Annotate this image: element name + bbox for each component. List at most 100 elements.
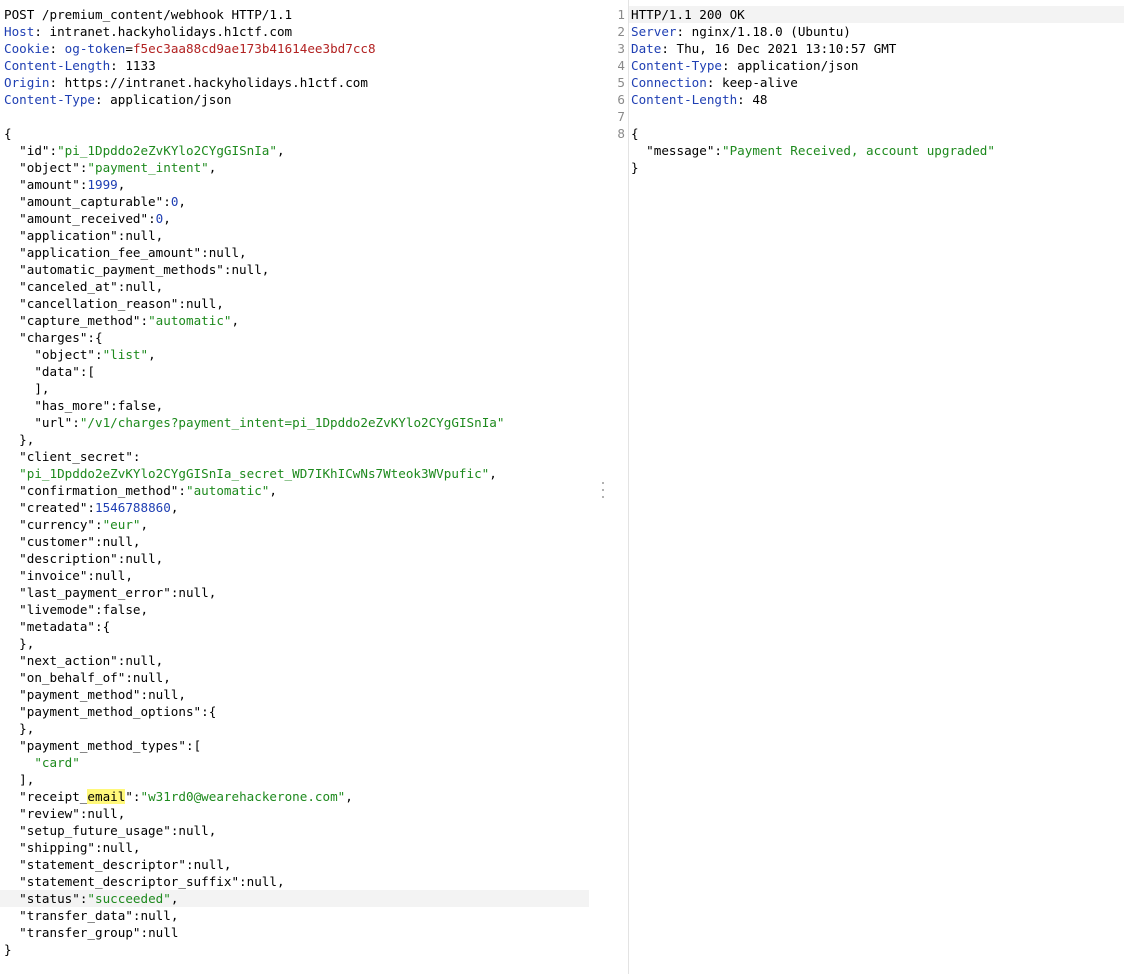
request-line[interactable]: "has_more":false, bbox=[0, 397, 589, 414]
token: :null, bbox=[117, 279, 164, 294]
token: :false, bbox=[110, 398, 164, 413]
request-line[interactable]: "payment_method_options":{ bbox=[0, 703, 589, 720]
request-line[interactable]: Host: intranet.hackyholidays.h1ctf.com bbox=[0, 23, 589, 40]
request-line[interactable]: "client_secret": bbox=[0, 448, 589, 465]
request-line[interactable]: "application":null, bbox=[0, 227, 589, 244]
request-line[interactable]: Cookie: og-token=f5ec3aa88cd9ae173b41614… bbox=[0, 40, 589, 57]
token: : bbox=[132, 789, 141, 804]
token: HTTP/1.1 200 OK bbox=[631, 7, 745, 22]
response-line[interactable] bbox=[629, 108, 1124, 125]
token: :null, bbox=[117, 653, 164, 668]
request-line[interactable]: "on_behalf_of":null, bbox=[0, 669, 589, 686]
request-line[interactable]: "receipt_email":"w31rd0@wearehackerone.c… bbox=[0, 788, 589, 805]
request-line[interactable]: "capture_method":"automatic", bbox=[0, 312, 589, 329]
request-line[interactable]: "charges":{ bbox=[0, 329, 589, 346]
request-line[interactable]: Content-Type: application/json bbox=[0, 91, 589, 108]
request-line[interactable]: "status":"succeeded", bbox=[0, 890, 589, 907]
request-line[interactable]: "currency":"eur", bbox=[0, 516, 589, 533]
request-line[interactable]: "next_action":null, bbox=[0, 652, 589, 669]
request-line[interactable]: "payment_method_types":[ bbox=[0, 737, 589, 754]
request-line[interactable]: "customer":null, bbox=[0, 533, 589, 550]
response-text[interactable]: HTTP/1.1 200 OK Server: nginx/1.18.0 (Ubu… bbox=[629, 0, 1124, 176]
request-line[interactable]: { bbox=[0, 125, 589, 142]
token: :null, bbox=[117, 228, 164, 243]
request-line[interactable]: "created":1546788860, bbox=[0, 499, 589, 516]
request-line[interactable]: "data":[ bbox=[0, 363, 589, 380]
request-line[interactable]: "pi_1Dpddo2eZvKYlo2CYgGISnIa_secret_WD7I… bbox=[0, 465, 589, 482]
request-line[interactable]: "description":null, bbox=[0, 550, 589, 567]
request-line[interactable]: Origin: https://intranet.hackyholidays.h… bbox=[0, 74, 589, 91]
request-line[interactable]: "canceled_at":null, bbox=[0, 278, 589, 295]
request-line[interactable]: "payment_method":null, bbox=[0, 686, 589, 703]
request-line[interactable]: "review":null, bbox=[0, 805, 589, 822]
response-line[interactable]: Content-Type: application/json bbox=[629, 57, 1124, 74]
request-line[interactable]: "amount_received":0, bbox=[0, 210, 589, 227]
token: }, bbox=[4, 432, 35, 447]
token: }, bbox=[4, 636, 35, 651]
request-line[interactable]: "transfer_group":null bbox=[0, 924, 589, 941]
request-line[interactable]: "application_fee_amount":null, bbox=[0, 244, 589, 261]
token: : bbox=[148, 211, 156, 226]
token: :null, bbox=[95, 534, 141, 549]
request-line[interactable]: POST /premium_content/webhook HTTP/1.1 bbox=[0, 6, 589, 23]
token: "card" bbox=[34, 755, 80, 770]
request-line[interactable]: "statement_descriptor_suffix":null, bbox=[0, 873, 589, 890]
response-line[interactable]: "message":"Payment Received, account upg… bbox=[629, 142, 1124, 159]
request-line[interactable]: ], bbox=[0, 380, 589, 397]
pane-resize-handle[interactable] bbox=[601, 482, 604, 498]
request-line[interactable]: "id":"pi_1Dpddo2eZvKYlo2CYgGISnIa", bbox=[0, 142, 589, 159]
request-line[interactable]: }, bbox=[0, 635, 589, 652]
request-line[interactable]: Content-Length: 1133 bbox=[0, 57, 589, 74]
request-line[interactable]: "setup_future_usage":null, bbox=[0, 822, 589, 839]
request-line[interactable]: "shipping":null, bbox=[0, 839, 589, 856]
request-text[interactable]: POST /premium_content/webhook HTTP/1.1 Ho… bbox=[0, 0, 589, 958]
token: Content-Type bbox=[631, 58, 722, 73]
request-line[interactable]: "transfer_data":null, bbox=[0, 907, 589, 924]
request-line[interactable]: "automatic_payment_methods":null, bbox=[0, 261, 589, 278]
request-line[interactable]: "statement_descriptor":null, bbox=[0, 856, 589, 873]
response-line[interactable]: HTTP/1.1 200 OK bbox=[629, 6, 1124, 23]
response-line[interactable]: Server: nginx/1.18.0 (Ubuntu) bbox=[629, 23, 1124, 40]
token: :null, bbox=[140, 687, 186, 702]
token: "url" bbox=[4, 415, 73, 430]
token: "status" bbox=[4, 891, 80, 906]
response-line[interactable]: Connection: keep-alive bbox=[629, 74, 1124, 91]
request-line[interactable]: }, bbox=[0, 720, 589, 737]
request-line[interactable]: "confirmation_method":"automatic", bbox=[0, 482, 589, 499]
response-line[interactable]: } bbox=[629, 159, 1124, 176]
request-line[interactable]: } bbox=[0, 941, 589, 958]
request-line[interactable]: "object":"payment_intent", bbox=[0, 159, 589, 176]
response-line[interactable]: Content-Length: 48 bbox=[629, 91, 1124, 108]
request-line[interactable]: "url":"/v1/charges?payment_intent=pi_1Dp… bbox=[0, 414, 589, 431]
token: "statement_descriptor_suffix" bbox=[4, 874, 240, 889]
request-line[interactable]: "metadata":{ bbox=[0, 618, 589, 635]
request-line[interactable]: "card" bbox=[0, 754, 589, 771]
response-line[interactable]: { bbox=[629, 125, 1124, 142]
token: "transfer_group" bbox=[4, 925, 141, 940]
request-line[interactable]: "livemode":false, bbox=[0, 601, 589, 618]
response-viewer[interactable]: HTTP/1.1 200 OK Server: nginx/1.18.0 (Ubu… bbox=[629, 0, 1124, 974]
request-line[interactable]: ], bbox=[0, 771, 589, 788]
request-editor[interactable]: POST /premium_content/webhook HTTP/1.1 Ho… bbox=[0, 0, 589, 974]
token: "metadata" bbox=[4, 619, 95, 634]
token: { bbox=[631, 126, 639, 141]
request-line[interactable]: }, bbox=[0, 431, 589, 448]
token: , bbox=[140, 517, 149, 532]
request-line[interactable]: "object":"list", bbox=[0, 346, 589, 363]
token: "Payment Received, account upgraded" bbox=[722, 143, 995, 158]
request-line[interactable]: "cancellation_reason":null, bbox=[0, 295, 589, 312]
token: : bbox=[714, 143, 722, 158]
request-line[interactable]: "last_payment_error":null, bbox=[0, 584, 589, 601]
token: "currency" bbox=[4, 517, 95, 532]
token: "amount" bbox=[4, 177, 80, 192]
request-line[interactable]: "invoice":null, bbox=[0, 567, 589, 584]
request-line[interactable]: "amount":1999, bbox=[0, 176, 589, 193]
response-line[interactable]: Date: Thu, 16 Dec 2021 13:10:57 GMT bbox=[629, 40, 1124, 57]
request-line[interactable]: "amount_capturable":0, bbox=[0, 193, 589, 210]
token: : application/json bbox=[95, 92, 232, 107]
request-line[interactable] bbox=[0, 108, 589, 125]
token: , bbox=[117, 177, 126, 192]
token: :null, bbox=[125, 670, 171, 685]
token: "list" bbox=[102, 347, 149, 362]
token: POST /premium_content/webhook HTTP/1.1 bbox=[4, 7, 293, 22]
